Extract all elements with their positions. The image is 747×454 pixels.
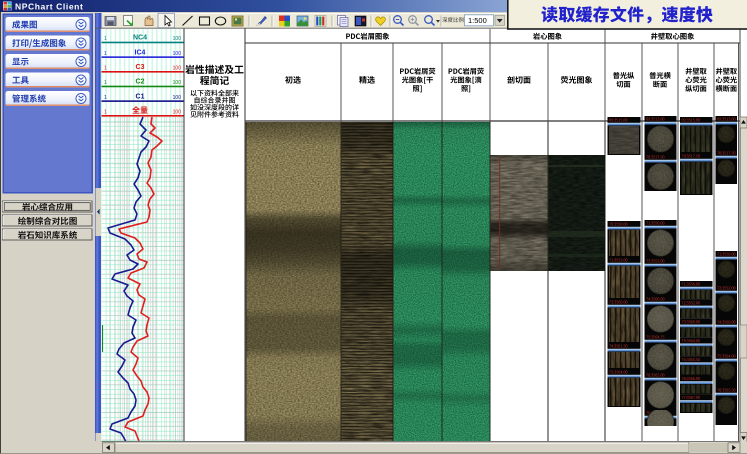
svg-text:1: 1 (104, 110, 107, 116)
svg-text:1: 1 (104, 66, 107, 72)
svg-text:100: 100 (173, 51, 182, 57)
svg-text:NC4: NC4 (133, 35, 147, 42)
svg-text:1: 1 (104, 36, 107, 42)
svg-text:100: 100 (173, 36, 182, 42)
svg-text:IC4: IC4 (135, 49, 146, 56)
svg-text:100: 100 (173, 80, 182, 86)
svg-text:100: 100 (173, 110, 182, 116)
svg-text:C3: C3 (136, 64, 145, 71)
svg-text:1: 1 (104, 51, 107, 57)
svg-text:1:500: 1:500 (468, 16, 487, 25)
svg-text:C2: C2 (136, 79, 145, 86)
svg-text:NPChart Client: NPChart Client (15, 2, 83, 12)
svg-text:100: 100 (173, 66, 182, 72)
svg-text:1: 1 (104, 80, 107, 86)
svg-text:C1: C1 (136, 93, 145, 100)
svg-text:100: 100 (173, 95, 182, 101)
svg-text:1: 1 (104, 95, 107, 101)
